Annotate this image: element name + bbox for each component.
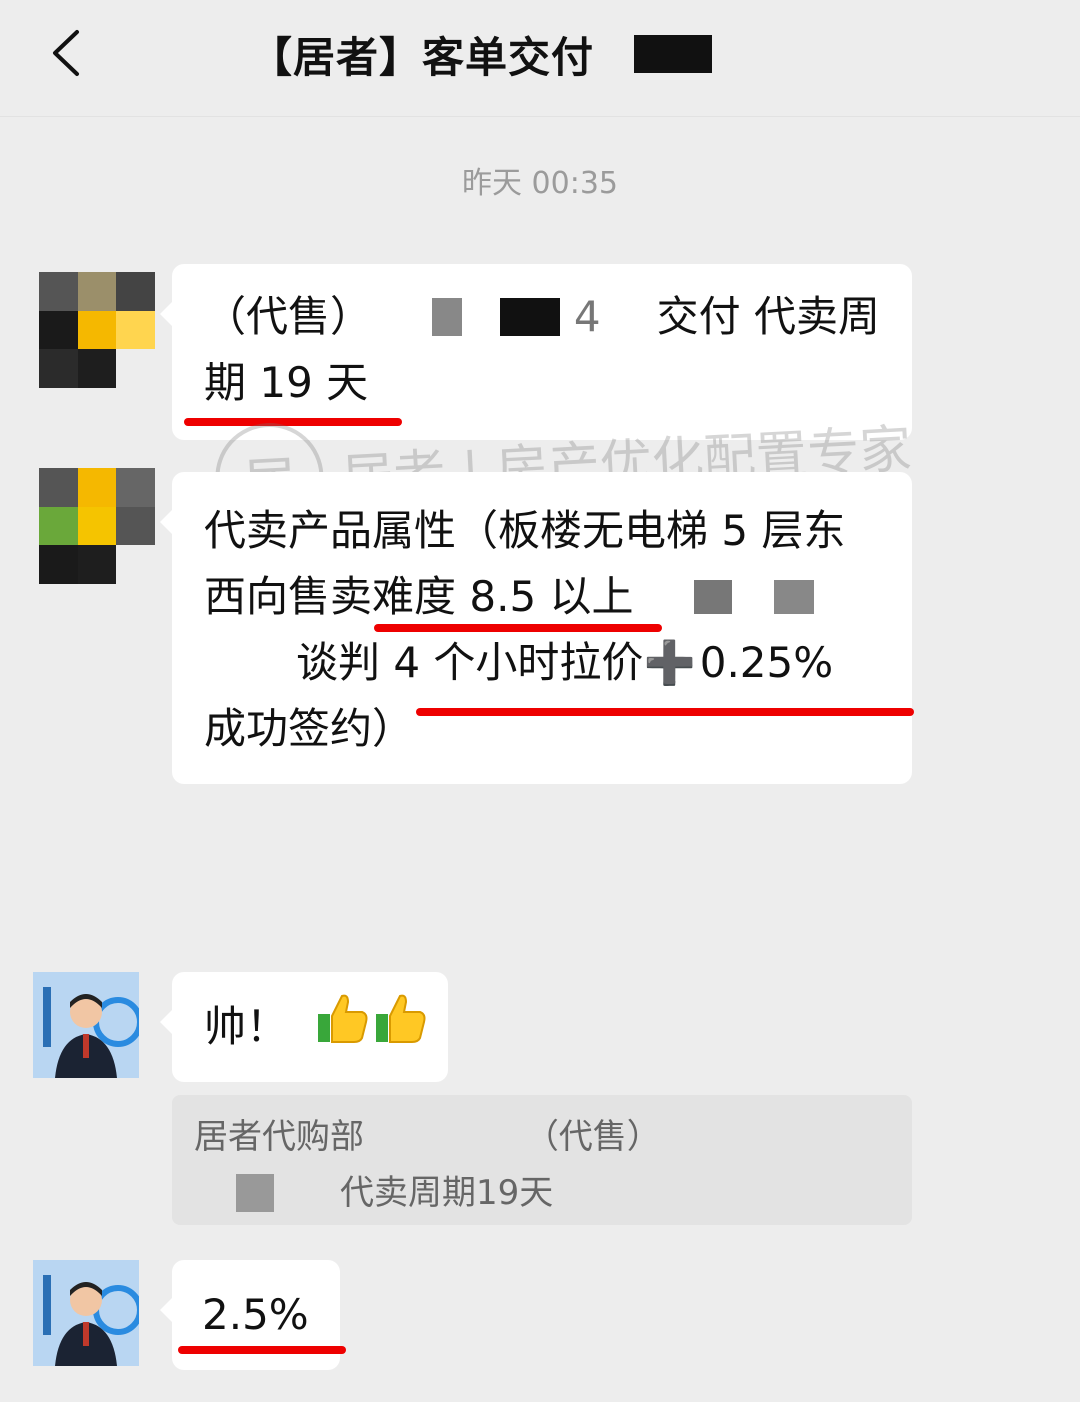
- thumbs-up-icon: [316, 992, 368, 1063]
- back-button[interactable]: [30, 18, 100, 88]
- avatar-user[interactable]: [33, 1260, 139, 1366]
- message-line: 成功签约）: [204, 704, 415, 753]
- message-line: 期 19 天: [204, 358, 369, 407]
- person-icon: [33, 1260, 139, 1366]
- message-text: 西向: [204, 572, 289, 621]
- message-line: 西向 售卖难度 8.5 以上: [204, 564, 880, 630]
- message-text: 售卖难度 8.5 以上: [288, 572, 634, 621]
- message-line: （代售） 4 交付 代卖周: [204, 284, 880, 350]
- message-line: 代卖产品属性（板楼无电梯 5 层东: [204, 506, 846, 555]
- avatar-mosaic[interactable]: [39, 468, 155, 584]
- plus-icon: ➕: [643, 638, 696, 687]
- redacted-text: [773, 580, 814, 614]
- message-bubble[interactable]: （代售） 4 交付 代卖周 期 19 天: [160, 264, 912, 440]
- redacted-text: [693, 580, 732, 614]
- person-icon: [33, 972, 139, 1078]
- message-line: 谈判 4 个小时拉价 ➕ 0.25%: [204, 630, 880, 696]
- quote-line: 代卖周期19天: [194, 1165, 890, 1221]
- highlight-underline: [416, 708, 914, 716]
- avatar-user[interactable]: [33, 972, 139, 1078]
- highlight-underline: [374, 624, 662, 632]
- redacted-text: [432, 298, 463, 336]
- thumbs-up-icon: [374, 992, 426, 1063]
- quoted-message[interactable]: 居者代购部 （代售） 代卖周期19天: [172, 1095, 912, 1225]
- message-text: 交付 代卖周: [656, 292, 880, 341]
- redacted-text: [500, 298, 560, 336]
- message-text: 帅！: [204, 1002, 289, 1051]
- chevron-left-icon: [53, 30, 79, 76]
- highlight-underline: [184, 418, 402, 426]
- chat-title-wrap[interactable]: 【居者】客单交付: [250, 24, 713, 84]
- message-timestamp: 昨天 00:35: [462, 166, 618, 201]
- message-text: 2.5%: [202, 1290, 309, 1339]
- chat-header: 【居者】客单交付: [0, 0, 1080, 117]
- message-text: （代售）: [204, 292, 373, 341]
- message-text: 0.25%: [699, 638, 834, 687]
- redacted-text: [236, 1174, 274, 1212]
- highlight-underline: [178, 1346, 346, 1354]
- chat-title: 【居者】客单交付: [250, 32, 595, 82]
- redacted-title-part: [634, 35, 713, 73]
- message-bubble[interactable]: 帅！: [160, 972, 448, 1082]
- quote-text: （代售）: [524, 1117, 661, 1157]
- message-text: 4: [573, 292, 601, 341]
- message-text: 谈判 4 个小时拉价: [296, 638, 644, 687]
- avatar-mosaic[interactable]: [39, 272, 155, 388]
- quote-line: 居者代购部 （代售）: [194, 1109, 890, 1165]
- quote-text: 代卖周期19天: [340, 1173, 554, 1213]
- quote-text: 居者代购部: [194, 1117, 364, 1157]
